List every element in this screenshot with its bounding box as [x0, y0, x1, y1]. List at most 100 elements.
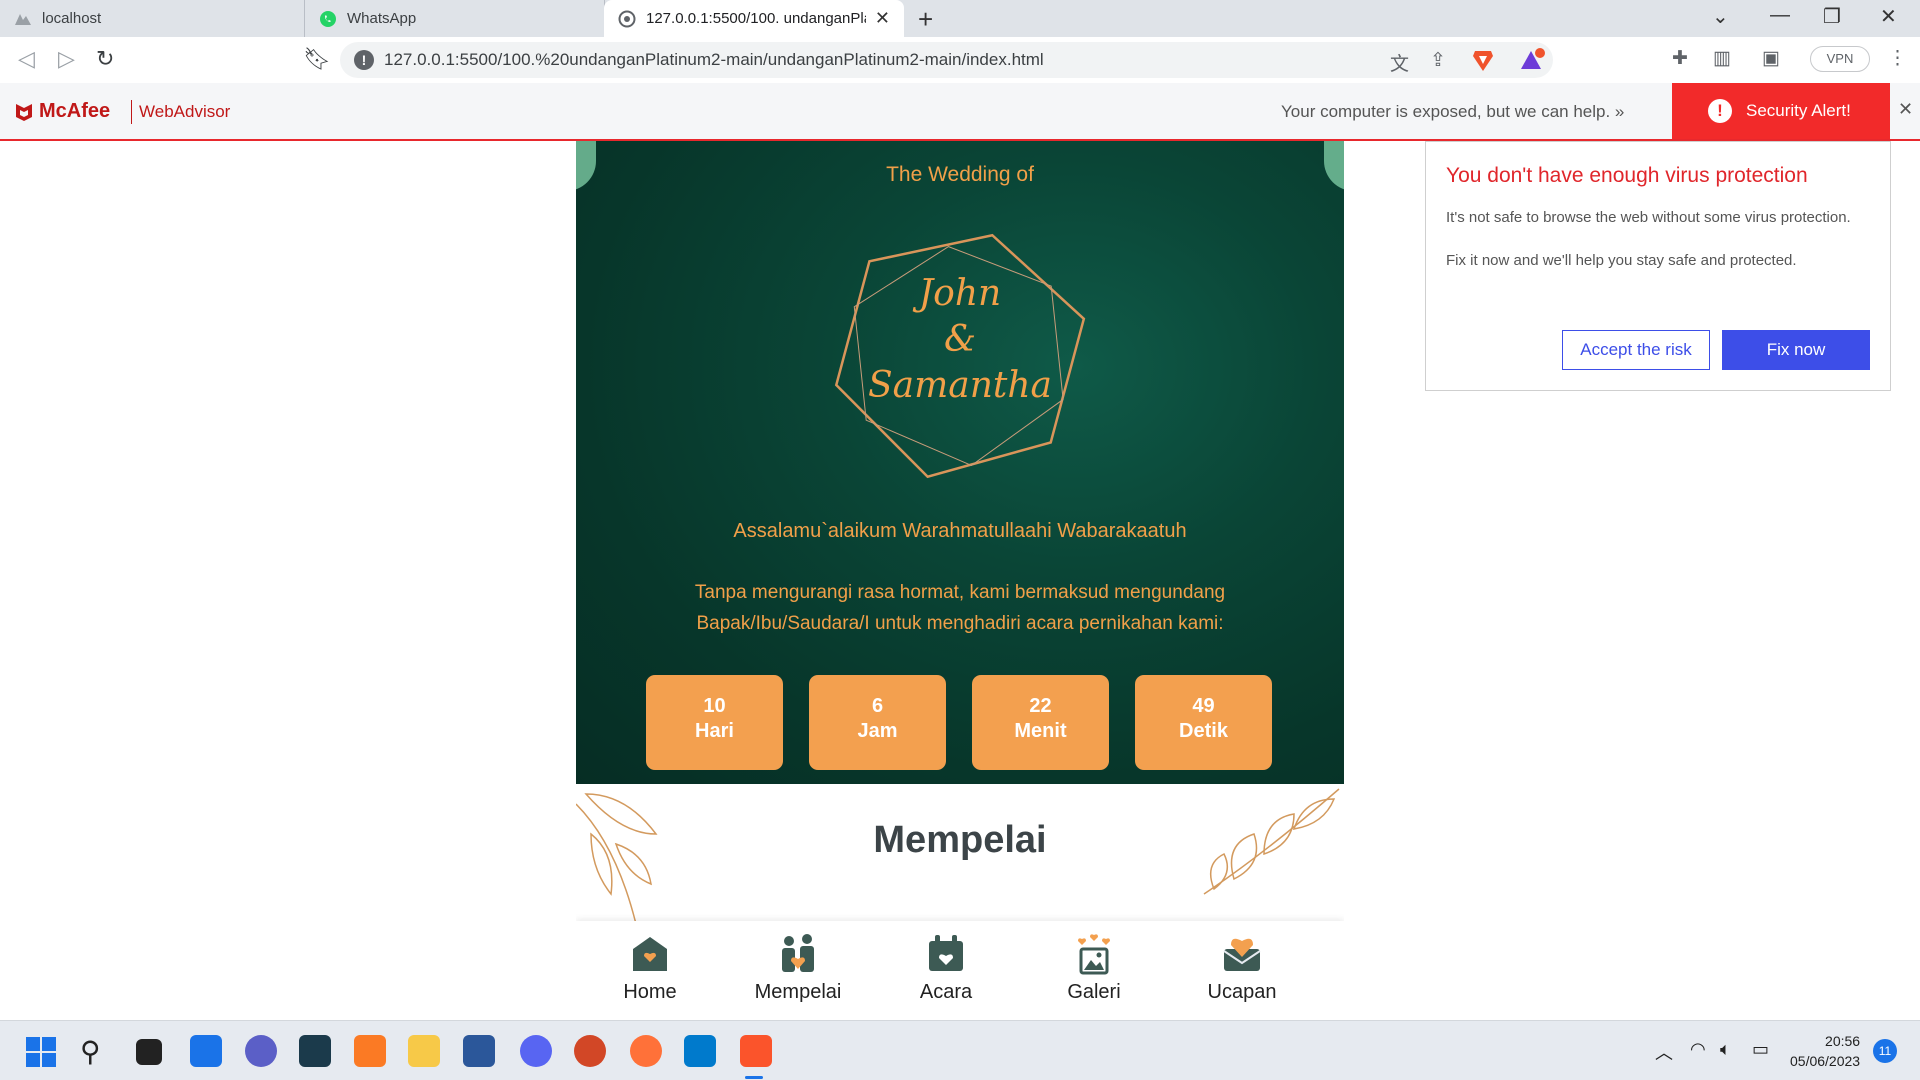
tab-search-icon[interactable]: ⌄	[1712, 4, 1729, 29]
reload-icon[interactable]: ↻	[96, 46, 114, 72]
vpn-button[interactable]: VPN	[1810, 46, 1870, 72]
countdown: 10 Hari 6 Jam 22 Menit 49 Detik	[646, 675, 1272, 770]
security-alert-button[interactable]: ! Security Alert!	[1672, 83, 1890, 139]
wedding-heading: The Wedding of	[886, 163, 1034, 186]
windows-taskbar: ⚲ ︿ ◠ 🔈︎ ▭ 20:56 05/06/2023 11	[0, 1020, 1920, 1080]
bottom-navigation: Home Mempelai Acara Galeri Ucapan	[576, 921, 1344, 1021]
whatsapp-icon	[319, 10, 337, 28]
popup-title: You don't have enough virus protection	[1446, 164, 1808, 187]
search-icon[interactable]: ⚲	[80, 1035, 101, 1068]
accept-risk-button[interactable]: Accept the risk	[1562, 330, 1710, 370]
nav-home[interactable]: Home	[576, 921, 724, 1021]
popup-text: Fix it now and we'll help you stay safe …	[1446, 252, 1797, 269]
nav-label: Acara	[919, 981, 973, 1003]
nav-label: Galeri	[1067, 981, 1121, 1003]
countdown-hours: 6 Jam	[809, 675, 946, 770]
wallet-icon[interactable]: ▣	[1762, 47, 1780, 70]
nav-ucapan[interactable]: Ucapan	[1168, 921, 1316, 1021]
clock-date: 05/06/2023	[1790, 1053, 1861, 1069]
mcafee-webadvisor-bar: McAfee WebAdvisor Your computer is expos…	[0, 83, 1920, 141]
bride-name: Samantha	[867, 365, 1053, 406]
tab-active-invitation[interactable]: 127.0.0.1:5500/100. undanganPlati ✕	[604, 0, 904, 37]
countdown-value: 49	[1192, 695, 1215, 717]
bookmark-icon[interactable]: 🔖︎	[303, 46, 331, 72]
terminal-app-icon[interactable]	[299, 1035, 331, 1067]
nav-label: Mempelai	[754, 981, 842, 1003]
task-view-icon[interactable]	[136, 1039, 162, 1065]
browser-tab-strip: localhost WhatsApp 127.0.0.1:5500/100. u…	[0, 0, 1920, 37]
fix-now-button[interactable]: Fix now	[1722, 330, 1870, 370]
windows-start-icon[interactable]	[26, 1037, 56, 1072]
powerpoint-icon[interactable]	[574, 1035, 606, 1067]
clock-time: 20:56	[1825, 1033, 1861, 1049]
close-tab-icon[interactable]: ✕	[875, 8, 890, 29]
close-icon[interactable]: ✕	[1898, 99, 1913, 120]
webadvisor-label: WebAdvisor	[139, 102, 231, 121]
xampp-icon[interactable]	[354, 1035, 386, 1067]
mail-icon	[1223, 938, 1261, 971]
tab-title: WhatsApp	[347, 10, 417, 27]
site-info-icon[interactable]: !	[354, 50, 374, 70]
phpmyadmin-icon	[14, 10, 32, 28]
virus-protection-popup: You don't have enough virus protection I…	[1425, 141, 1891, 391]
tab-title: 127.0.0.1:5500/100. undanganPlati	[646, 10, 866, 27]
url-text[interactable]: 127.0.0.1:5500/100.%20undanganPlatinum2-…	[384, 50, 1044, 70]
brave-browser-icon[interactable]	[740, 1035, 772, 1067]
gallery-icon	[1078, 934, 1110, 975]
couple-names: John & Samantha	[576, 271, 1344, 409]
file-explorer-icon[interactable]	[408, 1035, 440, 1067]
groom-name: John	[918, 273, 1002, 314]
widgets-icon[interactable]	[190, 1035, 222, 1067]
brave-shield-icon[interactable]	[1472, 48, 1494, 77]
extensions-icon[interactable]: ✚	[1672, 47, 1688, 70]
sidebar-icon[interactable]: ▥	[1713, 47, 1731, 70]
countdown-seconds: 49 Detik	[1135, 675, 1272, 770]
divider	[131, 100, 132, 124]
nav-label: Home	[623, 981, 677, 1003]
address-bar[interactable]: ! 127.0.0.1:5500/100.%20undanganPlatinum…	[340, 42, 1553, 78]
chevron-up-icon[interactable]: ︿	[1655, 1039, 1673, 1065]
firefox-icon[interactable]	[630, 1035, 662, 1067]
word-icon[interactable]	[463, 1035, 495, 1067]
back-icon[interactable]: ◁	[18, 46, 35, 72]
couple-icon	[782, 934, 814, 972]
countdown-unit: Detik	[1179, 720, 1228, 742]
active-app-indicator	[745, 1076, 763, 1079]
brave-rewards-icon[interactable]	[1520, 48, 1546, 77]
teams-chat-icon[interactable]	[245, 1035, 277, 1067]
battery-icon[interactable]: ▭	[1752, 1039, 1769, 1060]
hero-section: The Wedding of John & Samantha Assalamu`…	[576, 141, 1344, 784]
new-tab-button[interactable]: +	[918, 4, 933, 35]
nav-galeri[interactable]: Galeri	[1020, 921, 1168, 1021]
nav-acara[interactable]: Acara	[872, 921, 1020, 1021]
translate-icon[interactable]: 文	[1390, 49, 1409, 76]
system-clock[interactable]: 20:56 05/06/2023	[1790, 1031, 1860, 1071]
tab-whatsapp[interactable]: WhatsApp	[305, 0, 605, 37]
home-icon	[633, 937, 667, 971]
countdown-unit: Menit	[1014, 720, 1067, 742]
forward-icon[interactable]: ▷	[58, 46, 75, 72]
intro-line: Bapak/Ibu/Saudara/I untuk menghadiri aca…	[696, 613, 1224, 634]
countdown-unit: Jam	[857, 720, 898, 742]
notification-badge[interactable]: 11	[1873, 1039, 1897, 1063]
minimize-button[interactable]: —	[1770, 4, 1790, 27]
globe-icon	[618, 10, 636, 28]
tab-localhost[interactable]: localhost	[0, 0, 305, 37]
mcafee-logo: McAfee	[15, 100, 110, 123]
countdown-unit: Hari	[695, 720, 734, 742]
countdown-value: 10	[703, 695, 726, 717]
share-icon[interactable]: ⇪	[1430, 49, 1446, 72]
ampersand: &	[943, 319, 977, 360]
countdown-minutes: 22 Menit	[972, 675, 1109, 770]
intro-line: Tanpa mengurangi rasa hormat, kami berma…	[694, 582, 1226, 603]
discord-icon[interactable]	[520, 1035, 552, 1067]
volume-icon[interactable]: 🔈︎	[1720, 1039, 1731, 1060]
nav-mempelai[interactable]: Mempelai	[724, 921, 872, 1021]
countdown-value: 22	[1029, 695, 1052, 717]
wifi-icon[interactable]: ◠	[1690, 1039, 1706, 1060]
exposed-message-link[interactable]: Your computer is exposed, but we can hel…	[1281, 102, 1624, 122]
maximize-button[interactable]: ❐	[1823, 4, 1841, 29]
close-window-button[interactable]: ✕	[1880, 4, 1897, 29]
vscode-icon[interactable]	[684, 1035, 716, 1067]
menu-icon[interactable]: ⋮	[1888, 47, 1907, 70]
